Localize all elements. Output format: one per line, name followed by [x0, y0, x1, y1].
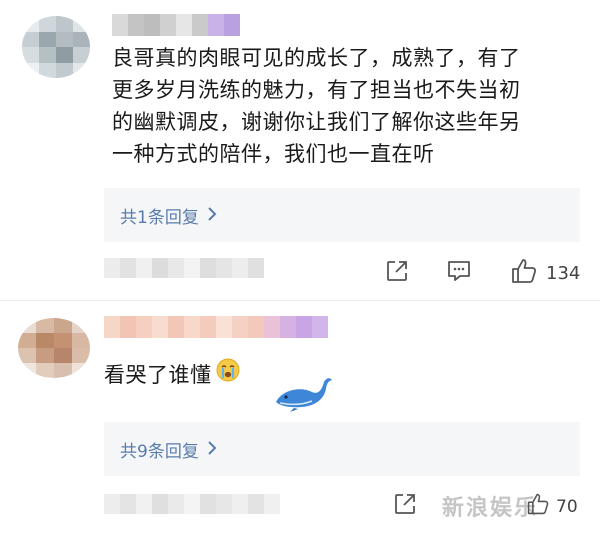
comment-button[interactable] — [446, 259, 472, 288]
username[interactable] — [112, 14, 240, 36]
chevron-right-icon — [207, 206, 217, 226]
reply-count-label: 共9条回复 — [120, 442, 199, 462]
chevron-right-icon — [207, 440, 217, 460]
avatar[interactable] — [18, 318, 90, 378]
share-icon — [384, 258, 410, 289]
comment-line: 更多岁月洗练的魅力，有了担当也不失当初 — [112, 78, 521, 102]
reply-box[interactable]: 共9条回复 — [104, 422, 580, 476]
comment-line: 良哥真的肉眼可见的成长了，成熟了，有了 — [112, 46, 521, 70]
comment-line: 的幽默调皮，谢谢你让我们了解你这些年另 — [112, 110, 521, 134]
comment-item: 看哭了谁懂 共9条回复 新浪娱乐 70 — [0, 300, 600, 543]
share-icon — [392, 491, 418, 522]
watermark: 新浪娱乐 — [442, 496, 539, 521]
reply-count-label: 共1条回复 — [120, 208, 199, 228]
crying-emoji-icon — [216, 358, 240, 391]
whale-sticker — [272, 372, 334, 416]
avatar[interactable] — [22, 16, 90, 78]
timestamp — [104, 494, 280, 514]
thumbs-up-icon — [526, 492, 550, 521]
comment-icon — [446, 259, 472, 288]
comment-item: 良哥真的肉眼可见的成长了，成熟了，有了 更多岁月洗练的魅力，有了担当也不失当初 … — [0, 0, 600, 300]
like-button[interactable]: 70 — [526, 492, 578, 521]
view-replies-link[interactable]: 共1条回复 — [120, 203, 217, 228]
reply-box[interactable]: 共1条回复 — [104, 188, 580, 242]
comment-line: 看哭了谁懂 — [104, 362, 212, 387]
like-count: 70 — [556, 496, 578, 517]
share-button[interactable] — [384, 258, 410, 289]
comment-text: 看哭了谁懂 — [104, 358, 240, 391]
share-button[interactable] — [392, 491, 418, 522]
like-count: 134 — [546, 263, 581, 284]
timestamp — [104, 258, 264, 278]
view-replies-link[interactable]: 共9条回复 — [120, 437, 217, 462]
username[interactable] — [104, 316, 328, 338]
comment-line: 一种方式的陪伴，我们也一直在听 — [112, 142, 435, 166]
comment-text: 良哥真的肉眼可见的成长了，成熟了，有了 更多岁月洗练的魅力，有了担当也不失当初 … — [112, 42, 592, 170]
like-button[interactable]: 134 — [510, 257, 580, 290]
thumbs-up-icon — [510, 257, 538, 290]
